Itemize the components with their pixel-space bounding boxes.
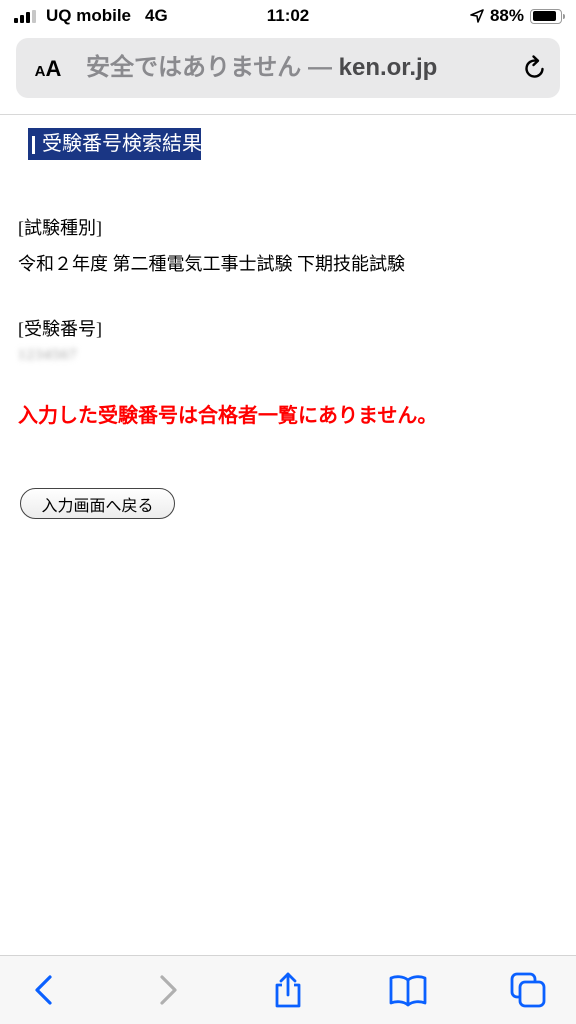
status-right: 88% <box>470 6 565 26</box>
url-field[interactable]: 安全ではありません — ken.or.jp <box>86 52 506 84</box>
back-to-input-button[interactable]: 入力画面へ戻る <box>20 488 175 519</box>
page-title: 受験番号検索結果 <box>28 128 202 160</box>
share-button[interactable] <box>268 970 308 1010</box>
location-arrow-icon <box>470 9 484 23</box>
exam-number-label: [受験番号] <box>18 319 102 339</box>
bookmarks-button[interactable] <box>388 970 428 1010</box>
heading-accent-bar <box>32 136 35 154</box>
forward-button[interactable] <box>148 970 188 1010</box>
exam-type-label: [試験種別] <box>18 218 102 238</box>
battery-fill <box>532 11 557 21</box>
exam-number-value: 1234567 <box>18 347 78 363</box>
address-bar[interactable]: A A 安全ではありません — ken.or.jp <box>16 38 560 98</box>
not-found-message: 入力した受験番号は合格者一覧にありません。 <box>18 405 438 427</box>
not-secure-warning: 安全ではありません — <box>86 54 339 81</box>
back-button[interactable] <box>24 970 64 1010</box>
bottom-toolbar <box>0 955 576 1024</box>
url-domain: ken.or.jp <box>338 54 438 81</box>
forward-icon <box>160 975 177 1005</box>
reload-icon[interactable] <box>520 53 550 83</box>
bookmarks-icon <box>389 975 427 1007</box>
back-icon <box>35 975 52 1005</box>
tabs-icon <box>510 972 546 1008</box>
aa-large-glyph: A <box>45 56 62 81</box>
share-icon <box>275 972 301 1008</box>
aa-small-glyph: A <box>34 63 46 80</box>
reader-text-size-button[interactable]: A A <box>28 51 68 85</box>
battery-icon <box>530 8 565 24</box>
battery-percentage: 88% <box>489 6 524 25</box>
toolbar-divider <box>0 114 576 115</box>
status-bar: UQ mobile 4G 11:02 88% <box>0 0 576 34</box>
exam-type-value: 令和２年度 第二種電気工事士試験 下期技能試験 <box>18 254 405 274</box>
tabs-button[interactable] <box>508 970 548 1010</box>
page-title-text: 受験番号検索結果 <box>42 133 202 155</box>
